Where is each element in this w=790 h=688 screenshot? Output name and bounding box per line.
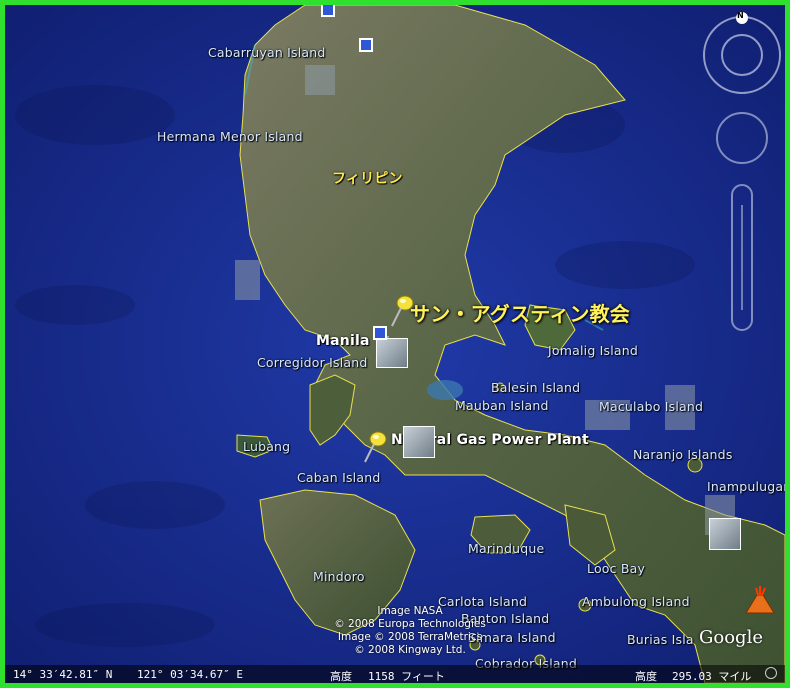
eye-altitude-value: 295.03 マイル	[672, 670, 752, 683]
island-label: Caban Island	[297, 470, 381, 485]
navigation-controls[interactable]	[700, 10, 785, 340]
volcano-icon[interactable]	[743, 585, 777, 615]
map-view[interactable]: Cabarruyan Island Hermana Menor Island フ…	[5, 5, 785, 683]
place-label-san-agustin[interactable]: サン・アグスティン教会	[410, 298, 630, 327]
city-label: Manila	[316, 333, 370, 349]
eye-altitude-label: 高度	[635, 670, 657, 683]
look-ring[interactable]	[703, 16, 781, 94]
island-label: Looc Bay	[587, 561, 646, 576]
island-label: Marinduque	[468, 541, 545, 556]
look-joystick[interactable]	[721, 34, 763, 76]
google-logo: Google	[699, 627, 763, 648]
elevation-value: 1158 フィート	[368, 670, 445, 683]
north-icon: N	[737, 11, 744, 20]
move-joystick[interactable]	[716, 112, 768, 164]
map-frame: Cabarruyan Island Hermana Menor Island フ…	[0, 0, 790, 688]
island-label: Mauban Island	[455, 398, 549, 413]
island-label: Mindoro	[313, 569, 365, 584]
island-label: Maculabo Island	[599, 399, 704, 414]
island-label: Hermana Menor Island	[157, 129, 303, 144]
pushpin-icon[interactable]	[388, 294, 418, 328]
island-label: Corregidor Island	[257, 355, 368, 370]
attribution: Image NASA © 2008 Europa Technologies Im…	[305, 605, 515, 657]
photo-marker-icon[interactable]	[321, 5, 335, 17]
country-label: フィリピン	[332, 171, 403, 187]
pushpin-icon[interactable]	[361, 430, 391, 464]
attribution-line: © 2008 Kingway Ltd.	[354, 644, 466, 656]
photo-marker-icon[interactable]	[359, 38, 373, 52]
longitude-readout: 121° 03′34.67″ E	[137, 668, 243, 681]
island-label: Naranjo Islands	[633, 447, 733, 462]
photo-thumbnail[interactable]	[709, 518, 741, 550]
island-label: Balesin Island	[491, 380, 581, 395]
photo-marker-icon[interactable]	[373, 326, 387, 340]
island-label: Ambulong Island	[582, 594, 690, 609]
attribution-line: © 2008 Europa Technologies	[334, 618, 486, 630]
attribution-line: Image © 2008 TerraMetrics	[337, 631, 483, 643]
elevation-label: 高度	[330, 670, 352, 683]
island-label: Lubang	[243, 439, 291, 454]
photo-thumbnail[interactable]	[403, 426, 435, 458]
photo-thumbnail[interactable]	[376, 338, 408, 368]
status-bar: 14° 33′42.81″ N 121° 03′34.67″ E 高度 1158…	[5, 665, 785, 683]
streaming-icon	[765, 667, 777, 679]
island-label: Jomalig Island	[548, 343, 639, 358]
island-label: Inampulugan	[707, 479, 785, 494]
attribution-line: Image NASA	[377, 605, 443, 617]
island-label: Burias Isla	[627, 632, 694, 647]
island-label: Cabarruyan Island	[208, 45, 326, 60]
latitude-readout: 14° 33′42.81″ N	[13, 668, 113, 681]
